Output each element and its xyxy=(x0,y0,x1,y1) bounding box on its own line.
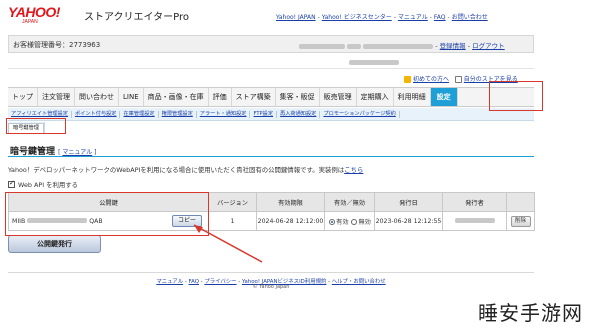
blurred-label xyxy=(347,43,362,49)
subnav-affiliate[interactable]: アフィリエイト管理設定 xyxy=(8,110,72,118)
blurred-store-name xyxy=(299,43,345,49)
public-key-cell: MIIB QAB コピー xyxy=(8,211,209,231)
page-description: Yahoo！デベロッパーネットワークのWebAPIを利用になる場合に使用いただく… xyxy=(8,165,363,174)
watermark: 睡安手游网 xyxy=(478,301,583,325)
status-disabled-label: 無効 xyxy=(358,218,371,226)
version-cell: 1 xyxy=(208,211,257,231)
issue-public-key-button[interactable]: 公開鍵発行 xyxy=(8,235,101,253)
status-enabled-label: 有効 xyxy=(336,218,349,226)
nav-reviews[interactable]: 評価 xyxy=(209,88,232,106)
copyright: © Yahoo Japan xyxy=(252,284,290,290)
link-faq[interactable]: FAQ xyxy=(434,14,446,21)
shortcuts: 初めての方へ 自分のストアを見る xyxy=(404,74,518,83)
register-info-link[interactable]: 登録情報 xyxy=(440,42,466,50)
logo-main-text: YAHOO! xyxy=(8,4,60,20)
delete-button[interactable]: 削除 xyxy=(510,215,531,227)
col-public-key: 公開鍵 xyxy=(8,192,209,212)
yahoo-japan-logo[interactable]: YAHOO! JAPAN xyxy=(8,5,83,27)
col-status: 有効／無効 xyxy=(324,192,375,212)
public-key-table: 公開鍵 バージョン 有効期限 有効／無効 発行日 発行者 MIIB QAB コピー… xyxy=(8,192,535,231)
issued-cell: 2023-06-28 12:12:55 xyxy=(374,211,443,231)
webapi-checkbox-row: Web API を利用する xyxy=(8,179,79,189)
nav-top[interactable]: トップ xyxy=(8,88,38,106)
subnav-alerts[interactable]: アラート・通知設定 xyxy=(197,110,251,118)
expires-cell: 2024-06-28 12:12:00 xyxy=(256,211,325,231)
top-links: Yahoo! JAPAN - Yahoo! ビジネスセンター - マニュアル - FAQ - お… xyxy=(276,14,488,21)
store-row xyxy=(8,55,534,69)
nav-promotion[interactable]: 集客・販促 xyxy=(276,88,320,106)
nav-inquiries[interactable]: 問い合わせ xyxy=(75,88,119,106)
col-actions xyxy=(506,192,535,212)
nav-orders[interactable]: 注文管理 xyxy=(38,88,75,106)
issuer-cell xyxy=(442,211,507,231)
footer-divider xyxy=(8,272,534,273)
link-manual[interactable]: マニュアル xyxy=(398,14,428,21)
delete-cell: 削除 xyxy=(506,211,535,231)
description-text: Yahoo！デベロッパーネットワークのWebAPIを利用になる場合に使用いただく… xyxy=(8,166,345,174)
blurred-key xyxy=(27,218,88,223)
blurred-store-id xyxy=(349,60,399,65)
link-business-center[interactable]: Yahoo! ビジネスセンター xyxy=(322,14,392,21)
col-version: バージョン xyxy=(208,192,257,212)
example-link[interactable]: こちら xyxy=(344,166,363,174)
header: YAHOO! JAPAN ストアクリエイターPro Yahoo! JAPAN - Y… xyxy=(0,0,600,30)
col-expires: 有効期限 xyxy=(256,192,325,212)
blurred-user-id xyxy=(363,43,434,49)
account-info: - 登録情報 - ログアウト xyxy=(299,40,505,50)
status-disabled-radio[interactable] xyxy=(351,218,358,225)
settings-subnav-row2: 暗号鍵管理 xyxy=(8,122,45,134)
key-prefix: MIIB xyxy=(12,217,26,225)
link-yahoo-japan[interactable]: Yahoo! JAPAN xyxy=(276,14,316,21)
subnav-promo-package[interactable]: プロモーションパッケージ契約 xyxy=(320,110,400,118)
store-icon xyxy=(454,76,462,83)
nav-sales[interactable]: 販売管理 xyxy=(320,88,357,106)
subnav-ftp[interactable]: FTP設定 xyxy=(250,110,278,118)
status-cell: 有効 無効 xyxy=(324,211,375,231)
customer-number: お客様管理番号：2773963 xyxy=(13,41,101,49)
subnav-points[interactable]: ポイント付与設定 xyxy=(72,110,121,118)
copy-button[interactable]: コピー xyxy=(172,215,202,227)
main-nav: トップ 注文管理 問い合わせ LINE 商品・画像・在庫 評価 ストア構築 集客… xyxy=(8,87,534,107)
first-time-link[interactable]: 初めての方へ xyxy=(413,76,449,83)
nav-line[interactable]: LINE xyxy=(119,88,144,106)
col-issuer: 発行者 xyxy=(442,192,507,212)
link-contact[interactable]: お問い合わせ xyxy=(452,14,488,21)
status-enabled-radio[interactable] xyxy=(329,218,336,225)
nav-subscription[interactable]: 定期購入 xyxy=(357,88,394,106)
nav-settings[interactable]: 設定 xyxy=(430,88,458,106)
col-issued: 発行日 xyxy=(374,192,443,212)
app-title: ストアクリエイターPro xyxy=(84,12,189,23)
manual-link[interactable]: マニュアル xyxy=(62,149,92,156)
subnav-inventory[interactable]: 在庫管理設定 xyxy=(120,110,159,118)
subnav-restock[interactable]: 再入荷通知設定 xyxy=(277,110,321,118)
beginner-icon xyxy=(404,76,411,83)
webapi-checkbox-label: Web API を利用する xyxy=(18,181,79,189)
nav-products[interactable]: 商品・画像・在庫 xyxy=(144,88,209,106)
table-row: MIIB QAB コピー 1 2024-06-28 12:12:00 有効 無効 … xyxy=(8,211,535,231)
view-store-link[interactable]: 自分のストアを見る xyxy=(464,76,518,83)
blurred-issuer xyxy=(454,218,495,223)
settings-subnav: アフィリエイト管理設定 ポイント付与設定 在庫管理設定 権限管理設定 アラート・… xyxy=(8,108,534,121)
nav-billing[interactable]: 利用明細 xyxy=(394,88,431,106)
webapi-checkbox[interactable] xyxy=(8,179,15,188)
subnav-permissions[interactable]: 権限管理設定 xyxy=(159,110,197,118)
nav-store-build[interactable]: ストア構築 xyxy=(232,88,276,106)
key-suffix: QAB xyxy=(89,217,103,225)
logout-link[interactable]: ログアウト xyxy=(472,42,505,50)
account-bar: お客様管理番号：2773963 - 登録情報 - ログアウト xyxy=(8,35,534,53)
table-header-row: 公開鍵 バージョン 有効期限 有効／無効 発行日 発行者 xyxy=(8,192,535,212)
subnav-key-management[interactable]: 暗号鍵管理 xyxy=(8,122,44,134)
title-divider xyxy=(8,156,534,157)
